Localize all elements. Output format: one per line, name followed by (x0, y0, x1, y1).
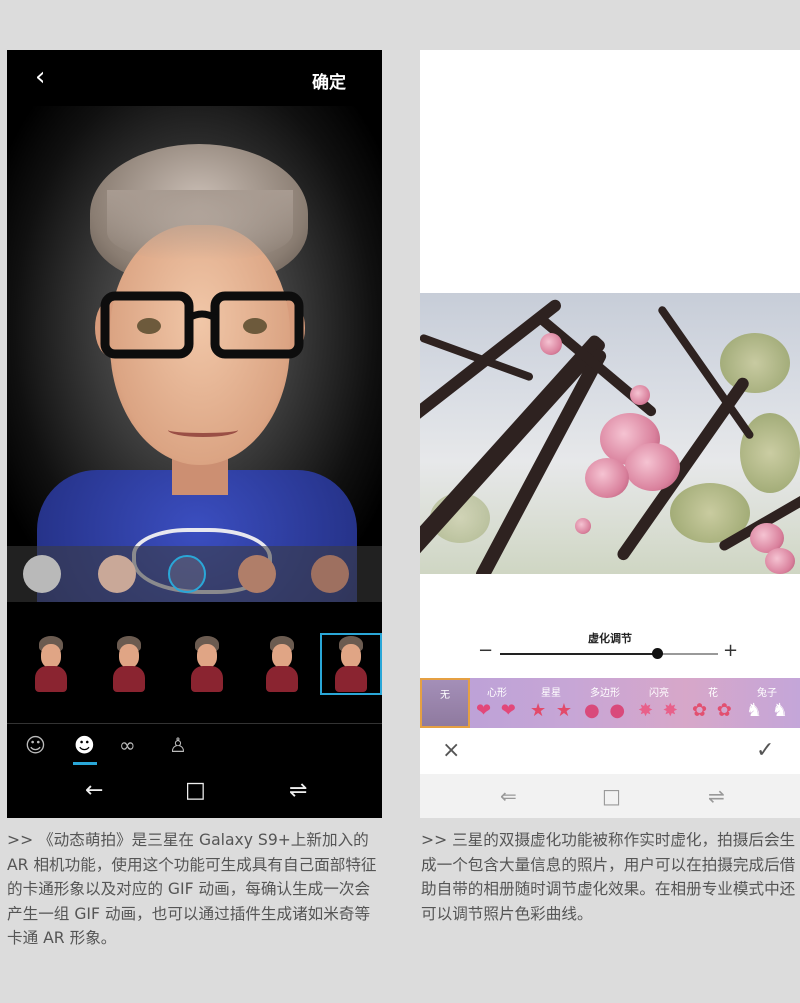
nav-bar: ⇐ □ ⇌ (420, 774, 800, 818)
effect-item[interactable]: 多边形 ● ● (578, 678, 632, 728)
face-icon[interactable]: ☻ (74, 734, 95, 756)
top-bar: ‹ 确定 (7, 50, 382, 106)
category-selected-indicator (73, 762, 97, 765)
effect-strip: 心形❤ ❤星星★ ★多边形● ●闪亮✸ ✸花✿ ✿兔子♞ ♞笔♪ (420, 678, 800, 728)
avatar-variant[interactable] (262, 636, 302, 692)
effect-item[interactable]: 兔子 ♞ ♞ (740, 678, 794, 728)
effect-label: 多边形 (590, 688, 620, 699)
category-bar: ☺ ☻ ∞ ♙ (7, 724, 382, 768)
effect-label: 花 (708, 688, 718, 699)
ar-emoji-screen: ‹ 确定 ☺ ☻ ∞ ♙ ← □ ⇌ (7, 50, 382, 818)
blur-slider-remaining (656, 653, 718, 655)
caption-right: >> 三星的双摄虚化功能被称作实时虚化，拍摄后会生成一个包含大量信息的照片，用户… (421, 831, 796, 923)
close-icon[interactable]: × (442, 738, 460, 763)
back-icon[interactable]: ‹ (35, 64, 45, 90)
caption-left: >> 《动态萌拍》是三星在 Galaxy S9+上新加入的 AR 相机功能，使用… (7, 831, 377, 947)
effect-item[interactable]: 心形 ❤ ❤ (470, 678, 524, 728)
color-swatch[interactable] (98, 555, 136, 593)
effect-label: 无 (440, 690, 450, 701)
effect-preview-icon: ♞ ♞ (746, 700, 790, 721)
avatar-glasses (100, 291, 304, 359)
effect-label: 笔 (794, 684, 800, 699)
home-square-icon[interactable]: □ (602, 786, 621, 806)
effect-label: 星星 (541, 688, 561, 699)
avatar-variant[interactable] (187, 636, 227, 692)
confirm-button[interactable]: 确定 (312, 68, 346, 93)
action-bar (420, 728, 800, 774)
home-square-icon[interactable]: □ (185, 780, 206, 802)
blur-adjust-title: 虚化调节 (588, 632, 632, 645)
effect-preview-icon: ✸ ✸ (638, 700, 680, 721)
effect-preview-icon: ● ● (584, 700, 628, 721)
blur-adjust-screen: 虚化调节 − + 心形❤ ❤星星★ ★多边形● ●闪亮✸ ✸花✿ ✿兔子♞ ♞笔… (420, 50, 800, 818)
avatar-variant-row (7, 602, 382, 724)
effect-item[interactable]: 星星 ★ ★ (524, 678, 578, 728)
color-swatch[interactable] (168, 555, 206, 593)
color-swatch[interactable] (311, 555, 349, 593)
avatar-variant[interactable] (109, 636, 149, 692)
recent-apps-icon[interactable]: ⇌ (289, 780, 307, 802)
blur-slider-knob[interactable] (651, 648, 663, 659)
glasses-icon[interactable]: ∞ (119, 734, 136, 756)
effect-preview-icon: ❤ ❤ (476, 700, 518, 721)
color-swatch[interactable] (238, 555, 276, 593)
effect-item[interactable]: 闪亮 ✸ ✸ (632, 678, 686, 728)
shirt-icon[interactable]: ♙ (169, 734, 187, 756)
recent-apps-icon[interactable]: ⇌ (708, 786, 725, 806)
effect-item[interactable]: 笔♪ (794, 678, 800, 728)
face-shape-icon[interactable]: ☺ (25, 734, 46, 756)
avatar-fringe (107, 190, 293, 260)
nav-bar: ← □ ⇌ (7, 768, 382, 818)
avatar-variant[interactable] (31, 636, 71, 692)
back-arrow-icon[interactable]: ← (85, 780, 103, 802)
effect-item-none[interactable]: 无 (420, 678, 470, 728)
avatar-mouth (168, 423, 238, 437)
avatar-variant[interactable] (331, 636, 371, 692)
blur-decrease-button[interactable]: − (478, 640, 493, 661)
check-icon[interactable]: ✓ (756, 738, 774, 763)
back-arrow-icon[interactable]: ⇐ (500, 786, 517, 806)
blossom-photo (420, 293, 800, 574)
blur-increase-button[interactable]: + (723, 640, 738, 661)
effect-label: 兔子 (757, 688, 777, 699)
effect-label: 闪亮 (649, 688, 669, 699)
effect-preview-icon: ✿ ✿ (692, 700, 734, 721)
color-swatch[interactable] (23, 555, 61, 593)
effect-item[interactable]: 花 ✿ ✿ (686, 678, 740, 728)
effect-label: 心形 (487, 688, 507, 699)
effect-preview-icon: ★ ★ (530, 700, 574, 721)
color-swatch-row (7, 546, 382, 602)
